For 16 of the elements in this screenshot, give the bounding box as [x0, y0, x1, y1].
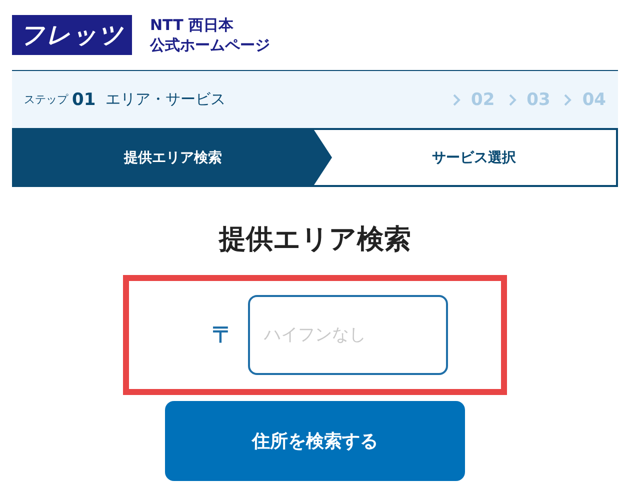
postal-mark: 〒 [212, 322, 234, 350]
step-number: 01 [72, 90, 96, 110]
step-number: 02 [470, 90, 495, 110]
chevron-icon [452, 94, 461, 106]
site-name: 公式ホームページ [150, 35, 270, 55]
chevron-icon [508, 94, 517, 106]
chevron-icon [564, 94, 572, 106]
company-name: NTT 西日本 [150, 15, 235, 35]
step-label: ステップ [24, 92, 68, 107]
step-name: エリア・サービス [106, 90, 226, 109]
logo[interactable]: フレッツ [12, 15, 132, 55]
step-tab[interactable]: 提供エリア検索 [14, 130, 332, 185]
search-address-button[interactable]: 住所を検索する [165, 401, 465, 481]
step-number: 04 [582, 90, 606, 110]
page-heading: 提供エリア検索 [217, 223, 412, 257]
step-number: 03 [526, 90, 550, 110]
